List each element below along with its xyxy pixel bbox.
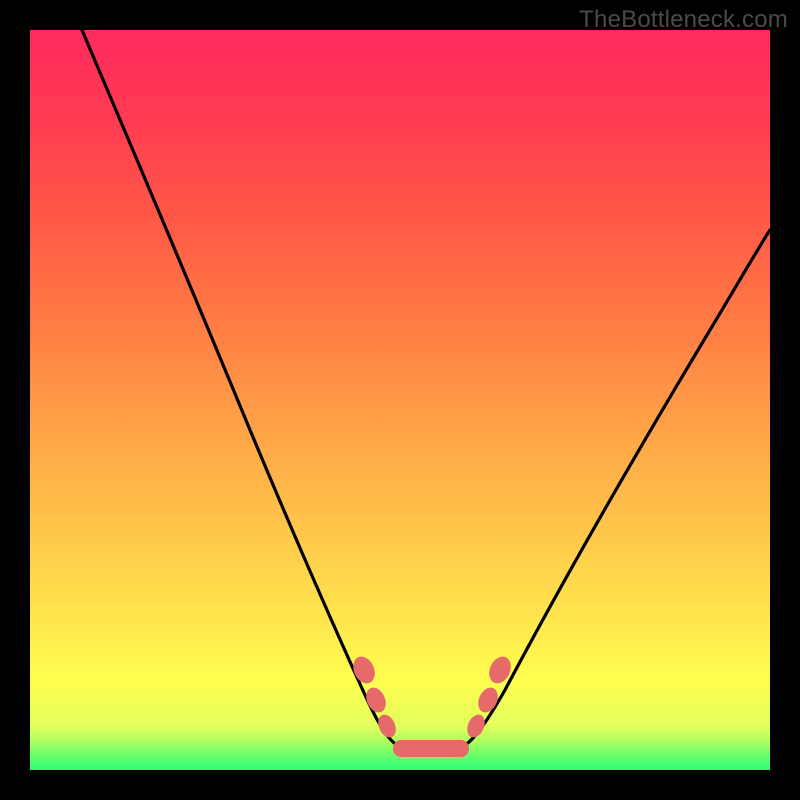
bottleneck-curve — [30, 30, 770, 770]
chart-frame: TheBottleneck.com — [0, 0, 800, 800]
curve-path — [82, 30, 770, 748]
marker-left-3 — [375, 712, 399, 740]
watermark-text: TheBottleneck.com — [579, 6, 788, 34]
marker-left-1 — [349, 653, 379, 687]
flat-region-marker — [393, 740, 469, 757]
chart-plot-area — [30, 30, 770, 770]
